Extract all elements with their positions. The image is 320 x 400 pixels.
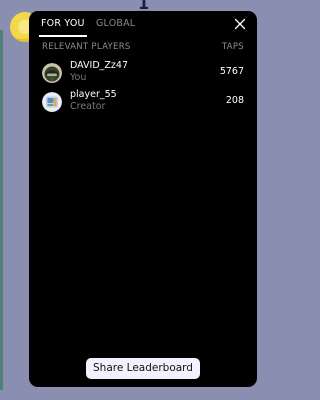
player-row[interactable]: DAVID_Zz47 You 5767 bbox=[29, 60, 257, 86]
player-avatar-icon bbox=[42, 92, 62, 112]
player-subtitle: Creator bbox=[70, 101, 106, 112]
game-screen: 1 FOR YOU GLOBAL RELEVANT PLAYERS TAPS D… bbox=[0, 0, 286, 400]
leaderboard-header: RELEVANT PLAYERS TAPS bbox=[29, 42, 257, 54]
background-edge-strip bbox=[0, 30, 3, 390]
player-name: DAVID_Zz47 bbox=[70, 60, 128, 71]
player-subtitle: You bbox=[70, 72, 87, 83]
share-leaderboard-button[interactable]: Share Leaderboard bbox=[86, 358, 200, 379]
relevant-players-heading: RELEVANT PLAYERS bbox=[42, 42, 131, 52]
racing-helmet-avatar-icon bbox=[42, 63, 62, 83]
tab-for-you[interactable]: FOR YOU bbox=[41, 18, 85, 29]
leaderboard-panel: FOR YOU GLOBAL RELEVANT PLAYERS TAPS DAV… bbox=[29, 11, 257, 387]
player-row[interactable]: player_55 Creator 208 bbox=[29, 89, 257, 115]
active-tab-underline bbox=[39, 35, 87, 37]
player-name: player_55 bbox=[70, 89, 117, 100]
player-taps: 208 bbox=[225, 95, 244, 106]
tab-global[interactable]: GLOBAL bbox=[96, 18, 135, 29]
leaderboard-tabs: FOR YOU GLOBAL bbox=[29, 11, 257, 37]
player-taps: 5767 bbox=[219, 66, 244, 77]
close-icon bbox=[234, 18, 246, 30]
taps-heading: TAPS bbox=[221, 42, 244, 52]
close-button[interactable] bbox=[232, 16, 248, 32]
